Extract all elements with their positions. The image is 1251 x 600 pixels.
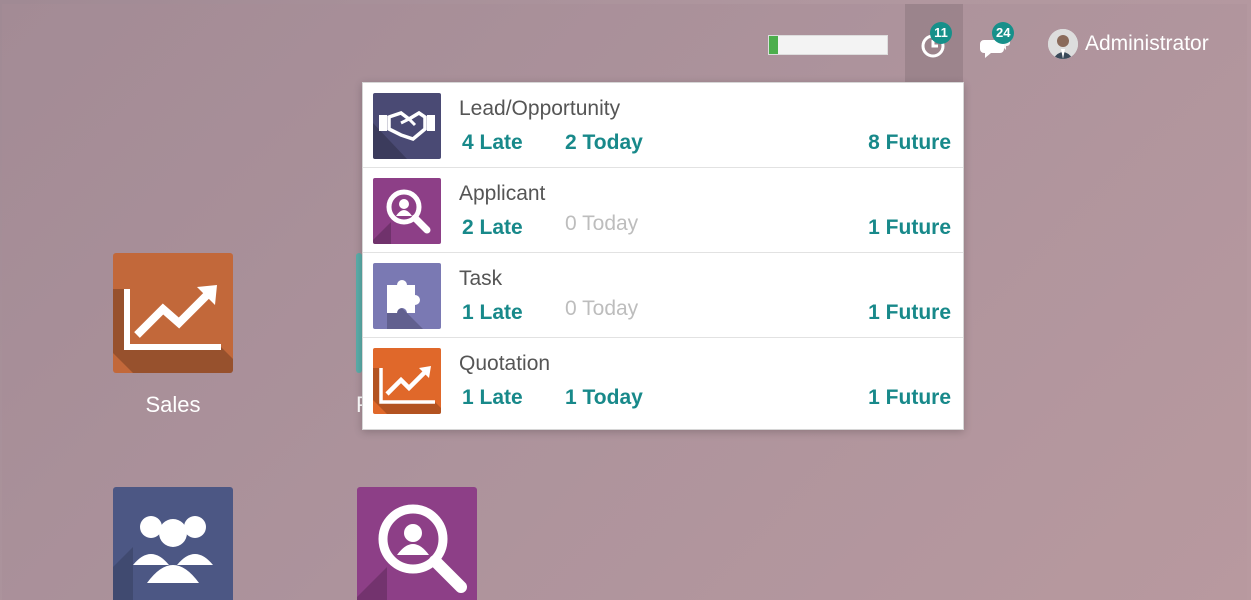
search-person-icon	[373, 178, 441, 244]
app-tile-sales[interactable]	[113, 253, 233, 373]
activity-menu-button[interactable]: 11	[905, 4, 963, 84]
people-group-icon	[113, 516, 213, 600]
messaging-menu-button[interactable]: 24	[978, 22, 1026, 70]
late-count[interactable]: 2 Late	[462, 216, 523, 240]
activity-dropdown: Lead/Opportunity 4 Late 2 Today 8 Future…	[362, 82, 964, 430]
progress-bar	[768, 35, 888, 55]
trend-chart-icon	[113, 285, 233, 373]
activity-row-quotation[interactable]: Quotation 1 Late 1 Today 1 Future	[363, 338, 963, 423]
today-count[interactable]: 0 Today	[565, 297, 638, 321]
activity-row-applicant[interactable]: Applicant 2 Late 0 Today 1 Future	[363, 168, 963, 253]
progress-fill	[769, 36, 779, 54]
avatar	[1048, 29, 1078, 59]
late-count[interactable]: 1 Late	[462, 301, 523, 325]
today-count[interactable]: 0 Today	[565, 212, 638, 236]
handshake-icon	[373, 93, 441, 159]
app-tile-recruitment[interactable]	[357, 487, 477, 600]
activity-row-lead-opportunity[interactable]: Lead/Opportunity 4 Late 2 Today 8 Future	[363, 83, 963, 168]
today-count[interactable]: 1 Today	[565, 386, 643, 410]
activity-model-name: Applicant	[459, 182, 546, 205]
future-count[interactable]: 8 Future	[868, 131, 951, 155]
activity-model-name: Task	[459, 267, 503, 290]
puzzle-icon	[373, 263, 441, 329]
late-count[interactable]: 1 Late	[462, 386, 523, 410]
user-name: Administrator	[1085, 32, 1209, 55]
activity-badge: 11	[930, 22, 952, 44]
future-count[interactable]: 1 Future	[868, 386, 951, 410]
app-tile-employees[interactable]	[113, 487, 233, 600]
activity-model-name: Lead/Opportunity	[459, 97, 621, 120]
activity-row-task[interactable]: Task 1 Late 0 Today 1 Future	[363, 253, 963, 338]
home-menu-background: 11 24 Administrator Sales Lead/Opportuni…	[2, 4, 1247, 600]
today-count[interactable]: 2 Today	[565, 131, 643, 155]
app-label-sales[interactable]: Sales	[93, 392, 253, 418]
search-person-icon	[357, 504, 467, 600]
user-menu[interactable]: Administrator	[1048, 26, 1209, 62]
trend-chart-icon	[373, 348, 441, 414]
future-count[interactable]: 1 Future	[868, 216, 951, 240]
late-count[interactable]: 4 Late	[462, 131, 523, 155]
future-count[interactable]: 1 Future	[868, 301, 951, 325]
user-avatar-icon	[1048, 29, 1078, 59]
activity-model-name: Quotation	[459, 352, 551, 375]
